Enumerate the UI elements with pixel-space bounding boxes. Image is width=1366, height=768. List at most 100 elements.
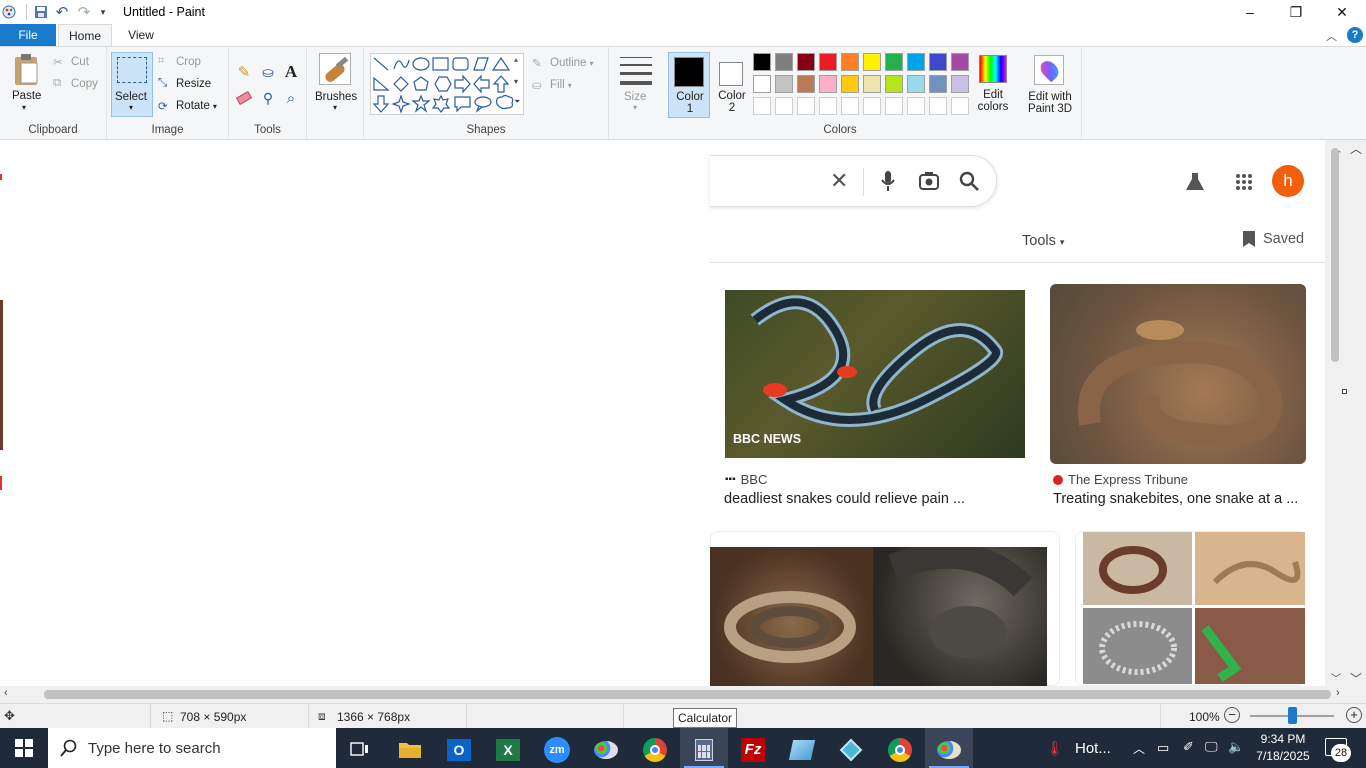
help-icon[interactable]: ? [1347, 27, 1363, 43]
result-image[interactable] [1083, 608, 1192, 684]
paste-button[interactable]: Paste ▾ [7, 51, 47, 117]
size-button[interactable]: Size ▾ [615, 53, 659, 115]
color-swatch[interactable] [841, 75, 859, 93]
edit-paint3d-button[interactable]: Edit with Paint 3D [1020, 53, 1080, 117]
taskbar-search-box[interactable]: Type here to search [48, 728, 336, 768]
color-swatch[interactable] [797, 75, 815, 93]
vertical-scrollbar[interactable]: ︿ ﹀ [1325, 140, 1345, 686]
chrome-icon[interactable] [631, 732, 679, 768]
fill-button[interactable]: ⛀ Fill ▾ [532, 78, 572, 92]
result-image[interactable] [873, 547, 1047, 686]
color-swatch[interactable] [885, 75, 903, 93]
labs-flask-icon[interactable] [1184, 171, 1206, 196]
color-swatch[interactable] [775, 75, 793, 93]
pen-icon[interactable]: ✐ [1183, 739, 1194, 755]
custom-color-slot[interactable] [863, 97, 881, 115]
result-image[interactable] [1195, 532, 1305, 605]
result-title[interactable]: deadliest snakes could relieve pain ... [724, 491, 965, 507]
scroll-right-icon[interactable]: › [1336, 687, 1340, 699]
color-swatch[interactable] [863, 53, 881, 71]
color-swatch[interactable] [819, 53, 837, 71]
tools-button[interactable]: Tools ▾ [1022, 233, 1064, 249]
scroll-down-icon[interactable]: ﹀ [1331, 670, 1341, 685]
color-swatch[interactable] [951, 53, 969, 71]
scroll-up-icon[interactable]: ︿ [1350, 140, 1362, 157]
color2-button[interactable]: Color 2 [712, 52, 752, 118]
color-swatch[interactable] [929, 53, 947, 71]
task-view-icon[interactable] [336, 732, 384, 768]
excel-icon[interactable]: X [484, 732, 532, 768]
eraser-icon[interactable] [235, 89, 253, 107]
zoom-app-icon[interactable]: zm [533, 732, 581, 768]
color-swatch[interactable] [797, 53, 815, 71]
shapes-expand-icon[interactable]: ⏷ [514, 97, 520, 107]
custom-color-slot[interactable] [885, 97, 903, 115]
calculator-icon[interactable] [680, 732, 728, 768]
color-swatch[interactable] [929, 75, 947, 93]
windows-start-icon[interactable] [0, 730, 48, 766]
zoom-out-icon[interactable]: − [1224, 707, 1240, 723]
scroll-down-icon[interactable]: ﹀ [1350, 670, 1362, 687]
shapes-icons[interactable] [371, 54, 523, 116]
outlook-icon[interactable]: O [435, 732, 483, 768]
horizontal-scroll-thumb[interactable] [44, 690, 1331, 699]
brushes-button[interactable]: Brushes ▾ [313, 53, 359, 115]
maximize-button[interactable]: ❐ [1273, 0, 1319, 24]
clock-time[interactable]: 9:34 PM [1256, 732, 1310, 746]
custom-color-slot[interactable] [929, 97, 947, 115]
custom-color-slot[interactable] [819, 97, 837, 115]
undo-icon[interactable]: ↶ [53, 3, 71, 21]
show-hidden-icons-icon[interactable]: ︿ [1133, 740, 1145, 757]
tab-file[interactable]: File [0, 24, 56, 46]
notepad-taskbar-icon[interactable] [778, 732, 826, 768]
color-swatch[interactable] [863, 75, 881, 93]
result-image[interactable] [710, 547, 873, 686]
filezilla-icon[interactable]: Fz [729, 732, 777, 768]
paint-palette-taskbar-icon[interactable] [582, 732, 630, 768]
color-swatch[interactable] [951, 75, 969, 93]
edit-colors-button[interactable]: Edit colors [976, 53, 1010, 117]
cut-button[interactable]: ✂ Cut [53, 55, 89, 69]
custom-color-slot[interactable] [775, 97, 793, 115]
color-swatch[interactable] [775, 53, 793, 71]
avatar[interactable]: h [1272, 165, 1304, 197]
network-icon[interactable]: 🖵 [1205, 739, 1218, 755]
result-image-tribune[interactable] [1050, 284, 1306, 464]
result-image-bbc[interactable]: BBC NEWS [725, 290, 1025, 458]
horizontal-scrollbar[interactable]: ‹ › [0, 686, 1345, 703]
magnifier-icon[interactable]: ⌕ [282, 89, 300, 107]
weather-text[interactable]: Hot... [1075, 740, 1111, 757]
custom-color-slot[interactable] [951, 97, 969, 115]
result-image[interactable] [1195, 608, 1305, 684]
paint-icon[interactable] [925, 732, 973, 768]
minimize-button[interactable]: – [1227, 0, 1273, 24]
battery-icon[interactable]: ▭ [1157, 740, 1169, 756]
pencil-icon[interactable]: ✎ [235, 63, 253, 81]
canvas-resize-handle[interactable] [1342, 389, 1347, 394]
custom-color-slot[interactable] [797, 97, 815, 115]
custom-color-slot[interactable] [841, 97, 859, 115]
rotate-button[interactable]: ⟳ Rotate ▾ [158, 99, 217, 113]
custom-color-slot[interactable] [753, 97, 771, 115]
outline-button[interactable]: ✎ Outline ▾ [532, 56, 593, 70]
fill-bucket-icon[interactable]: ⛀ [259, 63, 277, 81]
paint-app-icon[interactable] [0, 3, 18, 21]
saved-button[interactable]: Saved [1242, 230, 1304, 248]
color-swatch[interactable] [819, 75, 837, 93]
color-swatch[interactable] [841, 53, 859, 71]
color-swatch[interactable] [885, 53, 903, 71]
tab-home[interactable]: Home [58, 24, 112, 46]
text-tool-icon[interactable]: A [282, 62, 300, 81]
custom-color-slot[interactable] [907, 97, 925, 115]
shapes-scroll-down-icon[interactable]: ▾ [514, 77, 518, 86]
save-icon[interactable] [32, 3, 50, 21]
tab-view[interactable]: View [115, 24, 167, 46]
file-explorer-icon[interactable] [386, 732, 434, 768]
select-button[interactable]: Select ▾ [111, 52, 153, 117]
scroll-left-icon[interactable]: ‹ [4, 687, 8, 699]
result-source[interactable]: The Express Tribune [1053, 472, 1188, 487]
redo-icon[interactable]: ↷ [75, 3, 93, 21]
chrome-icon-2[interactable] [876, 732, 924, 768]
color-swatch[interactable] [907, 75, 925, 93]
close-button[interactable]: ✕ [1319, 0, 1365, 24]
